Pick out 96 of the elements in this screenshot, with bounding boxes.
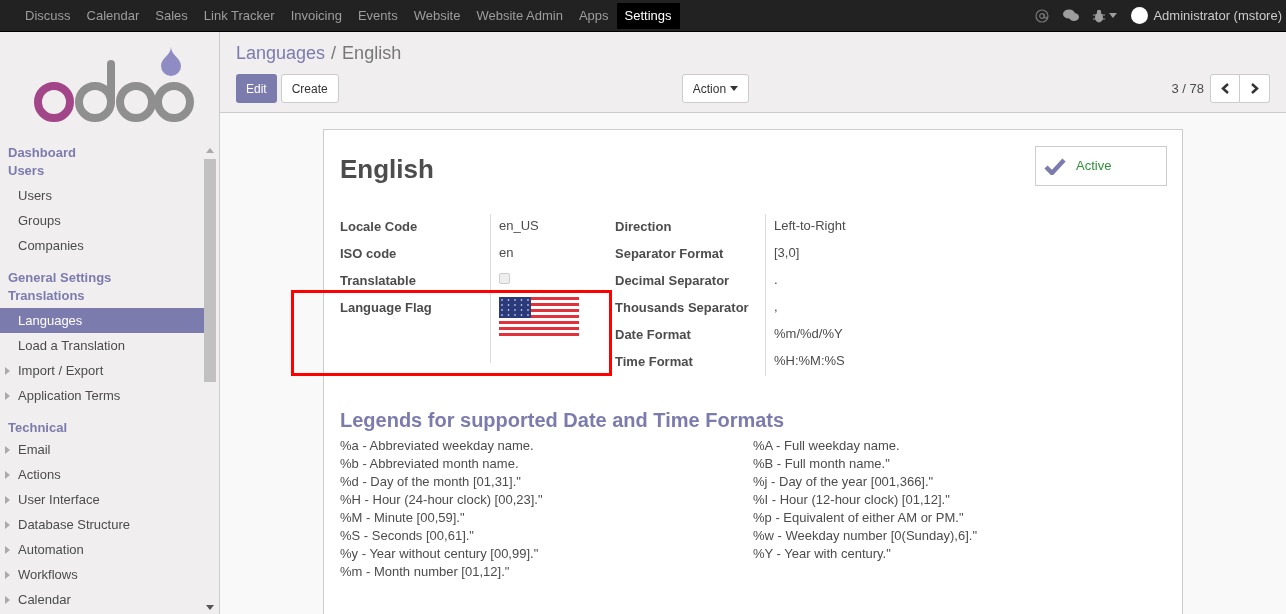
next-button[interactable]	[1240, 74, 1270, 103]
field-value: en	[499, 244, 515, 262]
field-label: Time Format	[615, 353, 693, 371]
sidebar-item[interactable]: Workflows	[0, 562, 204, 587]
field-value: .	[774, 271, 779, 289]
field-label: Separator Format	[615, 245, 724, 263]
triangle-icon	[5, 595, 10, 604]
at-sign-icon[interactable]	[1035, 8, 1050, 23]
sidebar-item[interactable]: Languages	[0, 308, 204, 333]
triangle-icon	[5, 495, 10, 504]
caret-icon	[1109, 13, 1118, 18]
triangle-icon	[5, 445, 10, 454]
sidebar-item[interactable]: Groups	[0, 208, 204, 233]
triangle-icon	[5, 470, 10, 479]
field-label: ISO code	[340, 245, 397, 263]
sidebar-item[interactable]: Import / Export	[0, 358, 204, 383]
field-value: Left-to-Right	[774, 217, 847, 235]
flag-icon	[499, 297, 579, 337]
record-title: English	[340, 153, 434, 186]
user-name[interactable]: Administrator (mstore)	[1153, 5, 1282, 26]
field-label: Thousands Separator	[615, 299, 749, 317]
sidebar-item[interactable]: Application Terms	[0, 383, 204, 408]
triangle-icon	[5, 366, 10, 375]
menu-tab[interactable]: Website Admin	[468, 2, 571, 29]
sidebar-section-header[interactable]: General Settings	[0, 269, 204, 287]
legend-line: %I - Hour (12-hour clock) [01,12]."	[753, 491, 951, 509]
menu-tab[interactable]: Website	[405, 2, 469, 29]
chevron-right-icon	[1250, 83, 1259, 94]
sidebar-section-header[interactable]: Technical	[0, 419, 204, 437]
legend-line: %w - Weekday number [0(Sunday),6]."	[753, 527, 978, 545]
breadcrumb-link[interactable]: Languages	[236, 39, 326, 67]
field-value: en_US	[499, 217, 540, 235]
menu-tab[interactable]: Link Tracker	[195, 2, 283, 29]
menu-tab[interactable]: Settings	[616, 2, 680, 29]
field-value: ,	[774, 298, 779, 316]
triangle-icon	[5, 520, 10, 529]
action-dropdown[interactable]: Action	[681, 74, 750, 103]
triangle-icon	[5, 570, 10, 579]
legend-line: %M - Minute [00,59]."	[340, 509, 466, 527]
triangle-icon	[5, 545, 10, 554]
legend-line: %m - Month number [01,12]."	[340, 563, 511, 581]
checkbox[interactable]	[499, 273, 510, 284]
legend-line: %a - Abbreviated weekday name.	[340, 437, 535, 455]
legend-line: %j - Day of the year [001,366]."	[753, 473, 935, 491]
sidebar-item[interactable]: User Interface	[0, 487, 204, 512]
sidebar-section-header[interactable]: Dashboard	[0, 144, 204, 162]
caret-icon	[206, 148, 214, 153]
legend-line: %S - Seconds [00,61]."	[340, 527, 475, 545]
menu-tab[interactable]: Apps	[570, 2, 617, 29]
sidebar-item[interactable]: Load a Translation	[0, 333, 204, 358]
bug-icon[interactable]	[1093, 8, 1106, 23]
field-label: Locale Code	[340, 218, 418, 236]
active-toggle-button[interactable]: Active	[1035, 146, 1167, 186]
legend-line: %b - Abbreviated month name.	[340, 455, 520, 473]
legend-line: %B - Full month name."	[753, 455, 891, 473]
section-heading: Legends for supported Date and Time Formats	[340, 408, 786, 433]
sidebar-section-header[interactable]: Translations	[0, 287, 204, 305]
menu-tab[interactable]: Discuss	[17, 2, 79, 29]
sidebar-item[interactable]: Calendar	[0, 587, 204, 612]
field-label: Translatable	[340, 272, 416, 290]
sidebar-item[interactable]: Companies	[0, 233, 204, 258]
chevron-left-icon	[1220, 83, 1230, 94]
legend-line: %A - Full weekday name.	[753, 437, 901, 455]
legend-line: %p - Equivalent of either AM or PM."	[753, 509, 965, 527]
field-label: Decimal Separator	[615, 272, 730, 290]
legend-line: %Y - Year with century."	[753, 545, 892, 563]
menu-tab[interactable]: Invoicing	[282, 2, 350, 29]
legend-line: %y - Year without century [00,99]."	[340, 545, 540, 563]
menu-tab[interactable]: Sales	[147, 2, 196, 29]
field-value: %H:%M:%S	[774, 352, 846, 370]
sidebar-item[interactable]: Database Structure	[0, 512, 204, 537]
field-value: [3,0]	[774, 244, 801, 262]
legend-line: %d - Day of the month [01,31]."	[340, 473, 522, 491]
breadcrumb-current: English	[342, 41, 402, 65]
triangle-icon	[5, 391, 10, 400]
sidebar-item[interactable]: Automation	[0, 537, 204, 562]
field-label: Direction	[615, 218, 672, 236]
caret-icon	[206, 605, 214, 610]
menu-tab[interactable]: Calendar	[78, 2, 148, 29]
pager-counter: 3 / 78	[1171, 79, 1204, 98]
previous-button[interactable]	[1210, 74, 1240, 103]
chat-icon[interactable]	[1063, 8, 1080, 23]
field-label: Language Flag	[340, 299, 432, 317]
sidebar-section-header[interactable]: Users	[0, 162, 204, 180]
sidebar-item[interactable]: Email	[0, 437, 204, 462]
field-value: %m/%d/%Y	[774, 325, 844, 343]
sidebar-item[interactable]: Actions	[0, 462, 204, 487]
caret-icon	[730, 86, 739, 91]
avatar-icon[interactable]	[1131, 7, 1149, 24]
legend-line: %H - Hour (24-hour clock) [00,23]."	[340, 491, 544, 509]
create-button[interactable]: Create	[280, 74, 339, 103]
breadcrumb-separator: /	[331, 41, 337, 65]
edit-button[interactable]: Edit	[236, 74, 277, 103]
menu-tab[interactable]: Events	[349, 2, 406, 29]
field-label: Date Format	[615, 326, 691, 344]
sidebar-item[interactable]: Users	[0, 183, 204, 208]
